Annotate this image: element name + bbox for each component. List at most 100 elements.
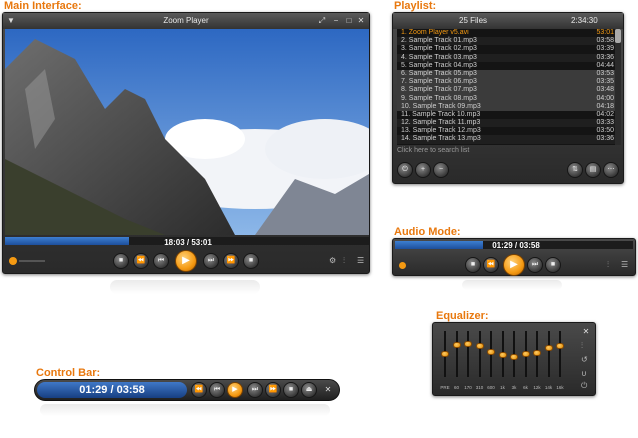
playlist-item-duration: 03:36 — [596, 135, 614, 143]
playlist-item[interactable]: 4. Sample Track 03.mp3 03:36 — [397, 53, 620, 62]
main-titlebar[interactable]: Zoom Player ▼ ⤢ − □ ✕ — [3, 13, 369, 29]
main-player-window: Zoom Player ▼ ⤢ − □ ✕ 18:03 / 53:01 ■ ⏪ … — [2, 12, 370, 274]
eq-band-track[interactable] — [467, 331, 469, 377]
eq-mode-icon[interactable]: ∪ — [581, 369, 587, 378]
audio-equalizer-icon[interactable]: ⫶ — [607, 260, 609, 270]
eq-preset-icon[interactable]: ⫶ — [581, 341, 583, 351]
eq-band-track[interactable] — [455, 331, 458, 377]
cb-forward-button[interactable]: ⏩ — [265, 382, 281, 398]
minimize-icon[interactable]: − — [331, 16, 341, 26]
audio-menu-list-icon[interactable]: ☰ — [621, 260, 628, 269]
playlist-save-button[interactable]: ▤ — [585, 162, 601, 178]
menu-dropdown-icon[interactable]: ▼ — [6, 16, 16, 26]
audio-mode-window: ▲ 01:29 / 03:58 ■ ⏪ ▶ ⏭ ■ ⫶ ☰ — [392, 238, 636, 276]
cb-prev-button[interactable]: ⏮ — [209, 382, 225, 398]
eq-band-knob[interactable] — [475, 342, 484, 349]
playlist-item[interactable]: 7. Sample Track 06.mp3 03:35 — [397, 78, 620, 87]
playlist-item[interactable]: 6. Sample Track 05.mp3 03:53 — [397, 69, 620, 79]
playlist-scroll-thumb[interactable] — [615, 29, 621, 43]
settings-icon[interactable]: ⚙ — [329, 256, 336, 265]
menu-icon[interactable]: ☰ — [357, 256, 364, 265]
video-area[interactable] — [5, 29, 369, 235]
eq-band-label: 14k — [544, 385, 553, 390]
playlist-item[interactable]: 13. Sample Track 12.mp3 03:50 — [397, 127, 620, 135]
eject-button[interactable]: ■ — [243, 253, 259, 269]
cb-close-icon[interactable]: ✕ — [323, 385, 333, 395]
audio-next-button[interactable]: ⏭ — [527, 257, 543, 273]
audio-stop-button[interactable]: ■ — [465, 257, 481, 273]
cb-play-button[interactable]: ▶ — [227, 382, 243, 398]
playlist-item[interactable]: 3. Sample Track 02.mp3 03:39 — [397, 45, 620, 53]
label-main-interface: Main Interface: — [4, 0, 82, 12]
control-bar-time-panel[interactable]: 01:29 / 03:58 — [37, 382, 187, 398]
playlist-item[interactable]: 14. Sample Track 13.mp3 03:36 — [397, 135, 620, 144]
audio-play-button[interactable]: ▶ — [503, 254, 525, 276]
next-button[interactable]: ⏭ — [203, 253, 219, 269]
eq-reset-icon[interactable]: ↺ — [581, 355, 588, 364]
play-button[interactable]: ▶ — [175, 250, 197, 272]
cb-eject-button[interactable]: ⏏ — [301, 382, 317, 398]
cb-rewind-button[interactable]: ⏪ — [191, 382, 207, 398]
eq-band-track[interactable] — [478, 331, 481, 377]
cb-stop-button[interactable]: ■ — [283, 382, 299, 398]
playlist-item-name: 11. Sample Track 10.mp3 — [401, 110, 481, 118]
eq-power-icon[interactable]: ⏻ — [581, 381, 587, 391]
cb-next-button[interactable]: ⏭ — [247, 382, 263, 398]
eq-band-knob[interactable] — [556, 342, 564, 349]
playlist-item[interactable]: 1. Zoom Player v5.avi 53:01 — [397, 29, 620, 37]
eq-band-knob[interactable] — [487, 348, 495, 355]
audio-eject-button[interactable]: ■ — [545, 257, 561, 273]
volume-knob[interactable] — [9, 257, 17, 265]
playlist-item-duration: 04:00 — [596, 94, 614, 102]
forward-button[interactable]: ⏩ — [223, 253, 239, 269]
label-playlist: Playlist: — [394, 0, 437, 12]
eq-band-knob[interactable] — [441, 351, 449, 357]
rewind-button[interactable]: ⏪ — [133, 253, 149, 269]
eq-band-knob[interactable] — [533, 349, 541, 356]
eq-band-knob[interactable] — [498, 352, 507, 359]
previous-button[interactable]: ⏮ — [153, 253, 169, 269]
playlist-item[interactable]: 10. Sample Track 09.mp3 04:18 — [397, 102, 620, 111]
label-equalizer: Equalizer: — [436, 310, 489, 322]
playlist-sort-button[interactable]: ⇅ — [567, 162, 583, 178]
close-icon[interactable]: ✕ — [356, 16, 366, 26]
playlist-remove-button[interactable]: − — [433, 162, 449, 178]
fullscreen-icon[interactable]: ⤢ — [317, 16, 327, 26]
audio-volume-knob[interactable] — [399, 262, 406, 269]
playlist-item-name: 7. Sample Track 06.mp3 — [401, 78, 477, 86]
playlist-item-name: 6. Sample Track 05.mp3 — [401, 69, 477, 77]
video-frame-image — [5, 29, 369, 235]
playlist-item[interactable]: 2. Sample Track 01.mp3 03:58 — [397, 37, 620, 46]
eq-band-track[interactable] — [559, 331, 561, 377]
eq-band-label: 6k — [523, 385, 528, 390]
eq-band-track[interactable] — [547, 331, 550, 377]
eq-close-icon[interactable]: ✕ — [581, 327, 591, 337]
control-bar-reflection — [40, 404, 330, 416]
playlist-item[interactable]: 5. Sample Track 04.mp3 04:44 — [397, 62, 620, 70]
playlist-item-name: 2. Sample Track 01.mp3 — [401, 37, 477, 45]
playlist-add-button[interactable]: + — [415, 162, 431, 178]
audio-rewind-button[interactable]: ⏪ — [483, 257, 499, 273]
playlist-titlebar[interactable]: 25 Files 2:34:30 — [393, 13, 623, 29]
eq-band-knob[interactable] — [464, 340, 472, 347]
playlist-item-name: 9. Sample Track 08.mp3 — [401, 94, 477, 102]
eq-band-knob[interactable] — [452, 341, 461, 348]
playlist-list[interactable]: 1. Zoom Player v5.avi 53:01 2. Sample Trac… — [397, 29, 620, 145]
playlist-scrollbar[interactable] — [615, 29, 621, 145]
playlist-rows: 1. Zoom Player v5.avi 53:01 2. Sample Trac… — [397, 29, 620, 144]
eq-band-knob[interactable] — [510, 354, 518, 361]
playlist-item[interactable]: 8. Sample Track 07.mp3 03:48 — [397, 86, 620, 95]
equalizer-toggle-icon[interactable]: ⫶ — [343, 256, 345, 266]
playlist-options-button[interactable]: ⋯ — [603, 162, 619, 178]
playlist-search[interactable]: Click here to search list — [397, 146, 617, 156]
stop-button[interactable]: ■ — [113, 253, 129, 269]
volume-slider[interactable] — [19, 260, 45, 262]
maximize-icon[interactable]: □ — [344, 16, 354, 26]
playlist-item[interactable]: 9. Sample Track 08.mp3 04:00 — [397, 94, 620, 103]
playlist-item[interactable]: 12. Sample Track 11.mp3 03:33 — [397, 119, 620, 128]
playlist-item[interactable]: 11. Sample Track 10.mp3 04:02 — [397, 111, 620, 119]
equalizer-window: PRE 60 170 310 600 1k 3k 6k 12k 14k 16k ✕ ⫶ ↺ ∪ ⏻ — [432, 322, 596, 396]
playlist-power-button[interactable]: ⏻ — [397, 162, 413, 178]
eq-band-knob[interactable] — [521, 351, 530, 357]
eq-band-knob[interactable] — [544, 345, 553, 352]
